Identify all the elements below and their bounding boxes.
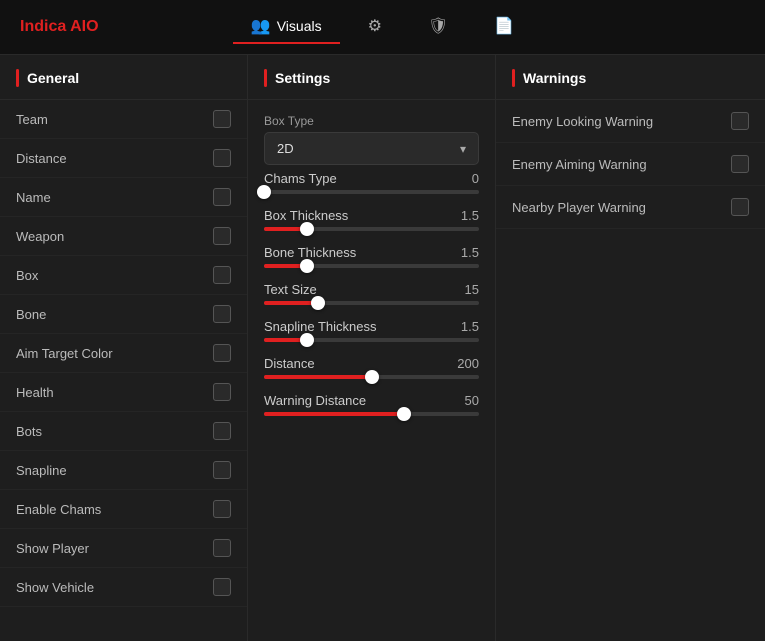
- general-header: General: [0, 55, 247, 100]
- warning-item-enemy-looking-warning[interactable]: Enemy Looking Warning: [496, 100, 765, 143]
- slider-value-warning-distance: 50: [465, 393, 479, 408]
- checkbox-team[interactable]: [213, 110, 231, 128]
- slider-value-chams-type: 0: [472, 171, 479, 186]
- slider-text-size[interactable]: [264, 301, 479, 305]
- general-item-box[interactable]: Box: [0, 256, 247, 295]
- nav-tabs: 👥 Visuals ⚙ 🛡 📄: [150, 10, 615, 44]
- warning-item-enemy-aiming-warning[interactable]: Enemy Aiming Warning: [496, 143, 765, 186]
- general-item-name[interactable]: Name: [0, 178, 247, 217]
- warning-item-nearby-player-warning[interactable]: Nearby Player Warning: [496, 186, 765, 229]
- checkbox-warning-enemy-aiming-warning[interactable]: [731, 155, 749, 173]
- slider-chams-type[interactable]: [264, 190, 479, 194]
- warnings-header-bar: [512, 69, 515, 87]
- slider-value-snapline-thickness: 1.5: [461, 319, 479, 334]
- slider-thumb-bone-thickness[interactable]: [300, 259, 314, 273]
- slider-label-warning-distance: Warning Distance: [264, 393, 366, 408]
- slider-thumb-text-size[interactable]: [311, 296, 325, 310]
- settings-content: Box Type 2D ▾ Chams Type 0 Box Thickness 1.…: [248, 100, 495, 432]
- checkbox-enable-chams[interactable]: [213, 500, 231, 518]
- checkbox-weapon[interactable]: [213, 227, 231, 245]
- slider-snapline-thickness[interactable]: [264, 338, 479, 342]
- slider-thumb-box-thickness[interactable]: [300, 222, 314, 236]
- settings-panel: Settings Box Type 2D ▾ Chams Type 0 Box Th…: [248, 55, 496, 641]
- checkbox-snapline[interactable]: [213, 461, 231, 479]
- warnings-items-list: Enemy Looking WarningEnemy Aiming Warnin…: [496, 100, 765, 229]
- slider-value-text-size: 15: [465, 282, 479, 297]
- top-nav: Indica AIO 👥 Visuals ⚙ 🛡 📄: [0, 0, 765, 55]
- checkbox-aim-target-color[interactable]: [213, 344, 231, 362]
- general-item-health[interactable]: Health: [0, 373, 247, 412]
- box-type-value: 2D: [277, 141, 294, 156]
- slider-label-text-size: Text Size: [264, 282, 317, 297]
- checkbox-warning-enemy-looking-warning[interactable]: [731, 112, 749, 130]
- slider-thumb-warning-distance[interactable]: [397, 407, 411, 421]
- shield-icon: 🛡: [428, 16, 448, 36]
- settings-header: Settings: [248, 55, 495, 100]
- general-item-show-player[interactable]: Show Player: [0, 529, 247, 568]
- checkbox-name[interactable]: [213, 188, 231, 206]
- checkbox-bots[interactable]: [213, 422, 231, 440]
- general-panel: General TeamDistanceNameWeaponBoxBoneAim…: [0, 55, 248, 641]
- slider-thumb-snapline-thickness[interactable]: [300, 333, 314, 347]
- general-items-list: TeamDistanceNameWeaponBoxBoneAim Target …: [0, 100, 247, 607]
- checkbox-distance[interactable]: [213, 149, 231, 167]
- settings-header-bar: [264, 69, 267, 87]
- chevron-down-icon: ▾: [460, 142, 466, 156]
- visuals-icon: 👥: [251, 16, 271, 36]
- general-item-bone[interactable]: Bone: [0, 295, 247, 334]
- warnings-panel: Warnings Enemy Looking WarningEnemy Aimi…: [496, 55, 765, 641]
- checkbox-show-player[interactable]: [213, 539, 231, 557]
- warnings-header: Warnings: [496, 55, 765, 100]
- general-item-weapon[interactable]: Weapon: [0, 217, 247, 256]
- checkbox-health[interactable]: [213, 383, 231, 401]
- general-item-enable-chams[interactable]: Enable Chams: [0, 490, 247, 529]
- box-type-label: Box Type: [264, 114, 479, 128]
- file-icon: 📄: [494, 16, 514, 36]
- slider-bone-thickness[interactable]: [264, 264, 479, 268]
- slider-value-box-thickness: 1.5: [461, 208, 479, 223]
- slider-value-bone-thickness: 1.5: [461, 245, 479, 260]
- slider-distance[interactable]: [264, 375, 479, 379]
- general-item-show-vehicle[interactable]: Show Vehicle: [0, 568, 247, 607]
- main-content: General TeamDistanceNameWeaponBoxBoneAim…: [0, 55, 765, 641]
- slider-box-thickness[interactable]: [264, 227, 479, 231]
- slider-label-distance: Distance: [264, 356, 315, 371]
- tab-settings[interactable]: ⚙: [350, 10, 400, 44]
- tab-shield[interactable]: 🛡: [410, 10, 466, 44]
- checkbox-bone[interactable]: [213, 305, 231, 323]
- sliders-container: Chams Type 0 Box Thickness 1.5 Bone Thicknes…: [264, 171, 479, 416]
- tab-file[interactable]: 📄: [476, 10, 532, 44]
- slider-label-snapline-thickness: Snapline Thickness: [264, 319, 377, 334]
- slider-thumb-distance[interactable]: [365, 370, 379, 384]
- general-item-aim-target-color[interactable]: Aim Target Color: [0, 334, 247, 373]
- slider-label-box-thickness: Box Thickness: [264, 208, 348, 223]
- slider-label-bone-thickness: Bone Thickness: [264, 245, 356, 260]
- box-type-dropdown[interactable]: 2D ▾: [264, 132, 479, 165]
- general-item-team[interactable]: Team: [0, 100, 247, 139]
- slider-thumb-chams-type[interactable]: [257, 185, 271, 199]
- tab-visuals[interactable]: 👥 Visuals: [233, 10, 340, 44]
- checkbox-box[interactable]: [213, 266, 231, 284]
- general-item-snapline[interactable]: Snapline: [0, 451, 247, 490]
- checkbox-warning-nearby-player-warning[interactable]: [731, 198, 749, 216]
- slider-warning-distance[interactable]: [264, 412, 479, 416]
- slider-label-chams-type: Chams Type: [264, 171, 337, 186]
- checkbox-show-vehicle[interactable]: [213, 578, 231, 596]
- general-item-distance[interactable]: Distance: [0, 139, 247, 178]
- general-item-bots[interactable]: Bots: [0, 412, 247, 451]
- settings-icon: ⚙: [368, 16, 382, 36]
- slider-value-distance: 200: [457, 356, 479, 371]
- header-bar: [16, 69, 19, 87]
- brand-logo: Indica AIO: [20, 18, 150, 36]
